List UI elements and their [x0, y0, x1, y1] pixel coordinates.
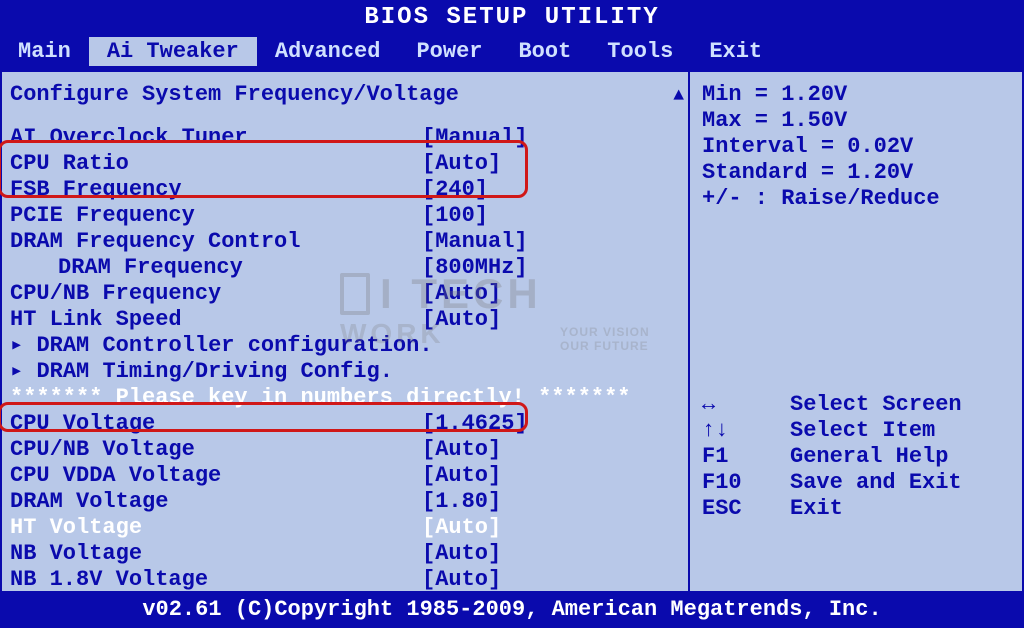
menu-tab-exit[interactable]: Exit	[691, 37, 780, 66]
help-text: Save and Exit	[790, 470, 962, 496]
setting-row-dram-timing-driving-config[interactable]: DRAM Timing/Driving Config.	[10, 359, 680, 385]
info-max: Max = 1.50V	[702, 108, 1010, 134]
setting-label: HT Voltage	[10, 515, 422, 541]
setting-value: [100]	[422, 203, 680, 229]
help-key: F1	[702, 444, 790, 470]
setting-row-dram-frequency-control[interactable]: DRAM Frequency Control[Manual]	[10, 229, 680, 255]
help-row: ↔Select Screen	[702, 392, 1010, 418]
main-panel: Configure System Frequency/Voltage AI Ov…	[0, 72, 690, 624]
setting-value: [Auto]	[422, 151, 680, 177]
setting-value: [240]	[422, 177, 680, 203]
setting-value: [Auto]	[422, 281, 680, 307]
setting-label: DRAM Timing/Driving Config.	[10, 359, 422, 385]
setting-row-cpu-nb-voltage[interactable]: CPU/NB Voltage[Auto]	[10, 437, 680, 463]
setting-value: [800MHz]	[422, 255, 680, 281]
help-section: ↔Select Screen↑↓Select ItemF1General Hel…	[702, 392, 1010, 522]
setting-row-ai-overclock-tuner[interactable]: AI Overclock Tuner[Manual]	[10, 125, 680, 151]
menu-tab-main[interactable]: Main	[0, 37, 89, 66]
setting-value: [Auto]	[422, 515, 680, 541]
setting-row-fsb-frequency[interactable]: FSB Frequency[240]	[10, 177, 680, 203]
setting-label: DRAM Frequency	[10, 255, 422, 281]
footer: v02.61 (C)Copyright 1985-2009, American …	[0, 591, 1024, 628]
setting-value: [1.4625]	[422, 411, 680, 437]
setting-label: DRAM Controller configuration.	[10, 333, 422, 359]
app-title: BIOS SETUP UTILITY	[364, 4, 659, 31]
setting-row-dram-frequency[interactable]: DRAM Frequency[800MHz]	[10, 255, 680, 281]
setting-value: [Auto]	[422, 541, 680, 567]
help-key: ↑↓	[702, 418, 790, 444]
setting-row-pcie-frequency[interactable]: PCIE Frequency[100]	[10, 203, 680, 229]
setting-label: PCIE Frequency	[10, 203, 422, 229]
setting-label: DRAM Frequency Control	[10, 229, 422, 255]
setting-value: [Manual]	[422, 229, 680, 255]
setting-value	[422, 333, 680, 359]
setting-label: CPU/NB Frequency	[10, 281, 422, 307]
setting-value: [Auto]	[422, 567, 680, 593]
setting-label: NB Voltage	[10, 541, 422, 567]
setting-value	[422, 359, 680, 385]
menu-tab-ai-tweaker[interactable]: Ai Tweaker	[89, 37, 257, 66]
info-interval: Interval = 0.02V	[702, 134, 1010, 160]
settings-list: AI Overclock Tuner[Manual]CPU Ratio[Auto…	[10, 125, 680, 593]
setting-row-cpu-voltage[interactable]: CPU Voltage[1.4625]	[10, 411, 680, 437]
setting-value: [Manual]	[422, 125, 680, 151]
setting-row-dram-voltage[interactable]: DRAM Voltage[1.80]	[10, 489, 680, 515]
setting-label: CPU Ratio	[10, 151, 422, 177]
help-text: Select Item	[790, 418, 935, 444]
setting-row-cpu-ratio[interactable]: CPU Ratio[Auto]	[10, 151, 680, 177]
setting-value: [Auto]	[422, 437, 680, 463]
setting-label: FSB Frequency	[10, 177, 422, 203]
menu-bar: MainAi TweakerAdvancedPowerBootToolsExit	[0, 35, 1024, 72]
help-text: Select Screen	[790, 392, 962, 418]
setting-row-cpu-nb-frequency[interactable]: CPU/NB Frequency[Auto]	[10, 281, 680, 307]
menu-tab-boot[interactable]: Boot	[500, 37, 589, 66]
setting-label: CPU VDDA Voltage	[10, 463, 422, 489]
help-key: ↔	[702, 392, 790, 418]
setting-row-nb-1-8v-voltage[interactable]: NB 1.8V Voltage[Auto]	[10, 567, 680, 593]
help-text: General Help	[790, 444, 948, 470]
info-standard: Standard = 1.20V	[702, 160, 1010, 186]
help-row: ↑↓Select Item	[702, 418, 1010, 444]
menu-tab-power[interactable]: Power	[398, 37, 500, 66]
setting-label: NB 1.8V Voltage	[10, 567, 422, 593]
setting-label: AI Overclock Tuner	[10, 125, 422, 151]
info-raise: +/- : Raise/Reduce	[702, 186, 1010, 212]
setting-label: DRAM Voltage	[10, 489, 422, 515]
section-title: Configure System Frequency/Voltage	[10, 82, 680, 107]
footer-text: v02.61 (C)Copyright 1985-2009, American …	[142, 597, 881, 622]
setting-row-cpu-vdda-voltage[interactable]: CPU VDDA Voltage[Auto]	[10, 463, 680, 489]
setting-value: [Auto]	[422, 307, 680, 333]
setting-label: HT Link Speed	[10, 307, 422, 333]
help-key: F10	[702, 470, 790, 496]
help-text: Exit	[790, 496, 843, 522]
content-area: Configure System Frequency/Voltage AI Ov…	[0, 72, 1024, 624]
setting-row-dram-controller-configuration[interactable]: DRAM Controller configuration.	[10, 333, 680, 359]
separator-text: ******* Please key in numbers directly! …	[10, 385, 680, 411]
help-key: ESC	[702, 496, 790, 522]
scroll-up-icon: ▲	[673, 86, 684, 106]
info-min: Min = 1.20V	[702, 82, 1010, 108]
title-bar: BIOS SETUP UTILITY	[0, 0, 1024, 35]
menu-tab-tools[interactable]: Tools	[589, 37, 691, 66]
setting-row-nb-voltage[interactable]: NB Voltage[Auto]	[10, 541, 680, 567]
help-row: F1General Help	[702, 444, 1010, 470]
setting-value: [1.80]	[422, 489, 680, 515]
setting-label: CPU Voltage	[10, 411, 422, 437]
setting-label: CPU/NB Voltage	[10, 437, 422, 463]
help-row: F10Save and Exit	[702, 470, 1010, 496]
help-row: ESCExit	[702, 496, 1010, 522]
side-panel: Min = 1.20V Max = 1.50V Interval = 0.02V…	[690, 72, 1024, 624]
setting-row-ht-voltage[interactable]: HT Voltage[Auto]	[10, 515, 680, 541]
menu-tab-advanced[interactable]: Advanced	[257, 37, 399, 66]
setting-value: [Auto]	[422, 463, 680, 489]
setting-row-ht-link-speed[interactable]: HT Link Speed[Auto]	[10, 307, 680, 333]
